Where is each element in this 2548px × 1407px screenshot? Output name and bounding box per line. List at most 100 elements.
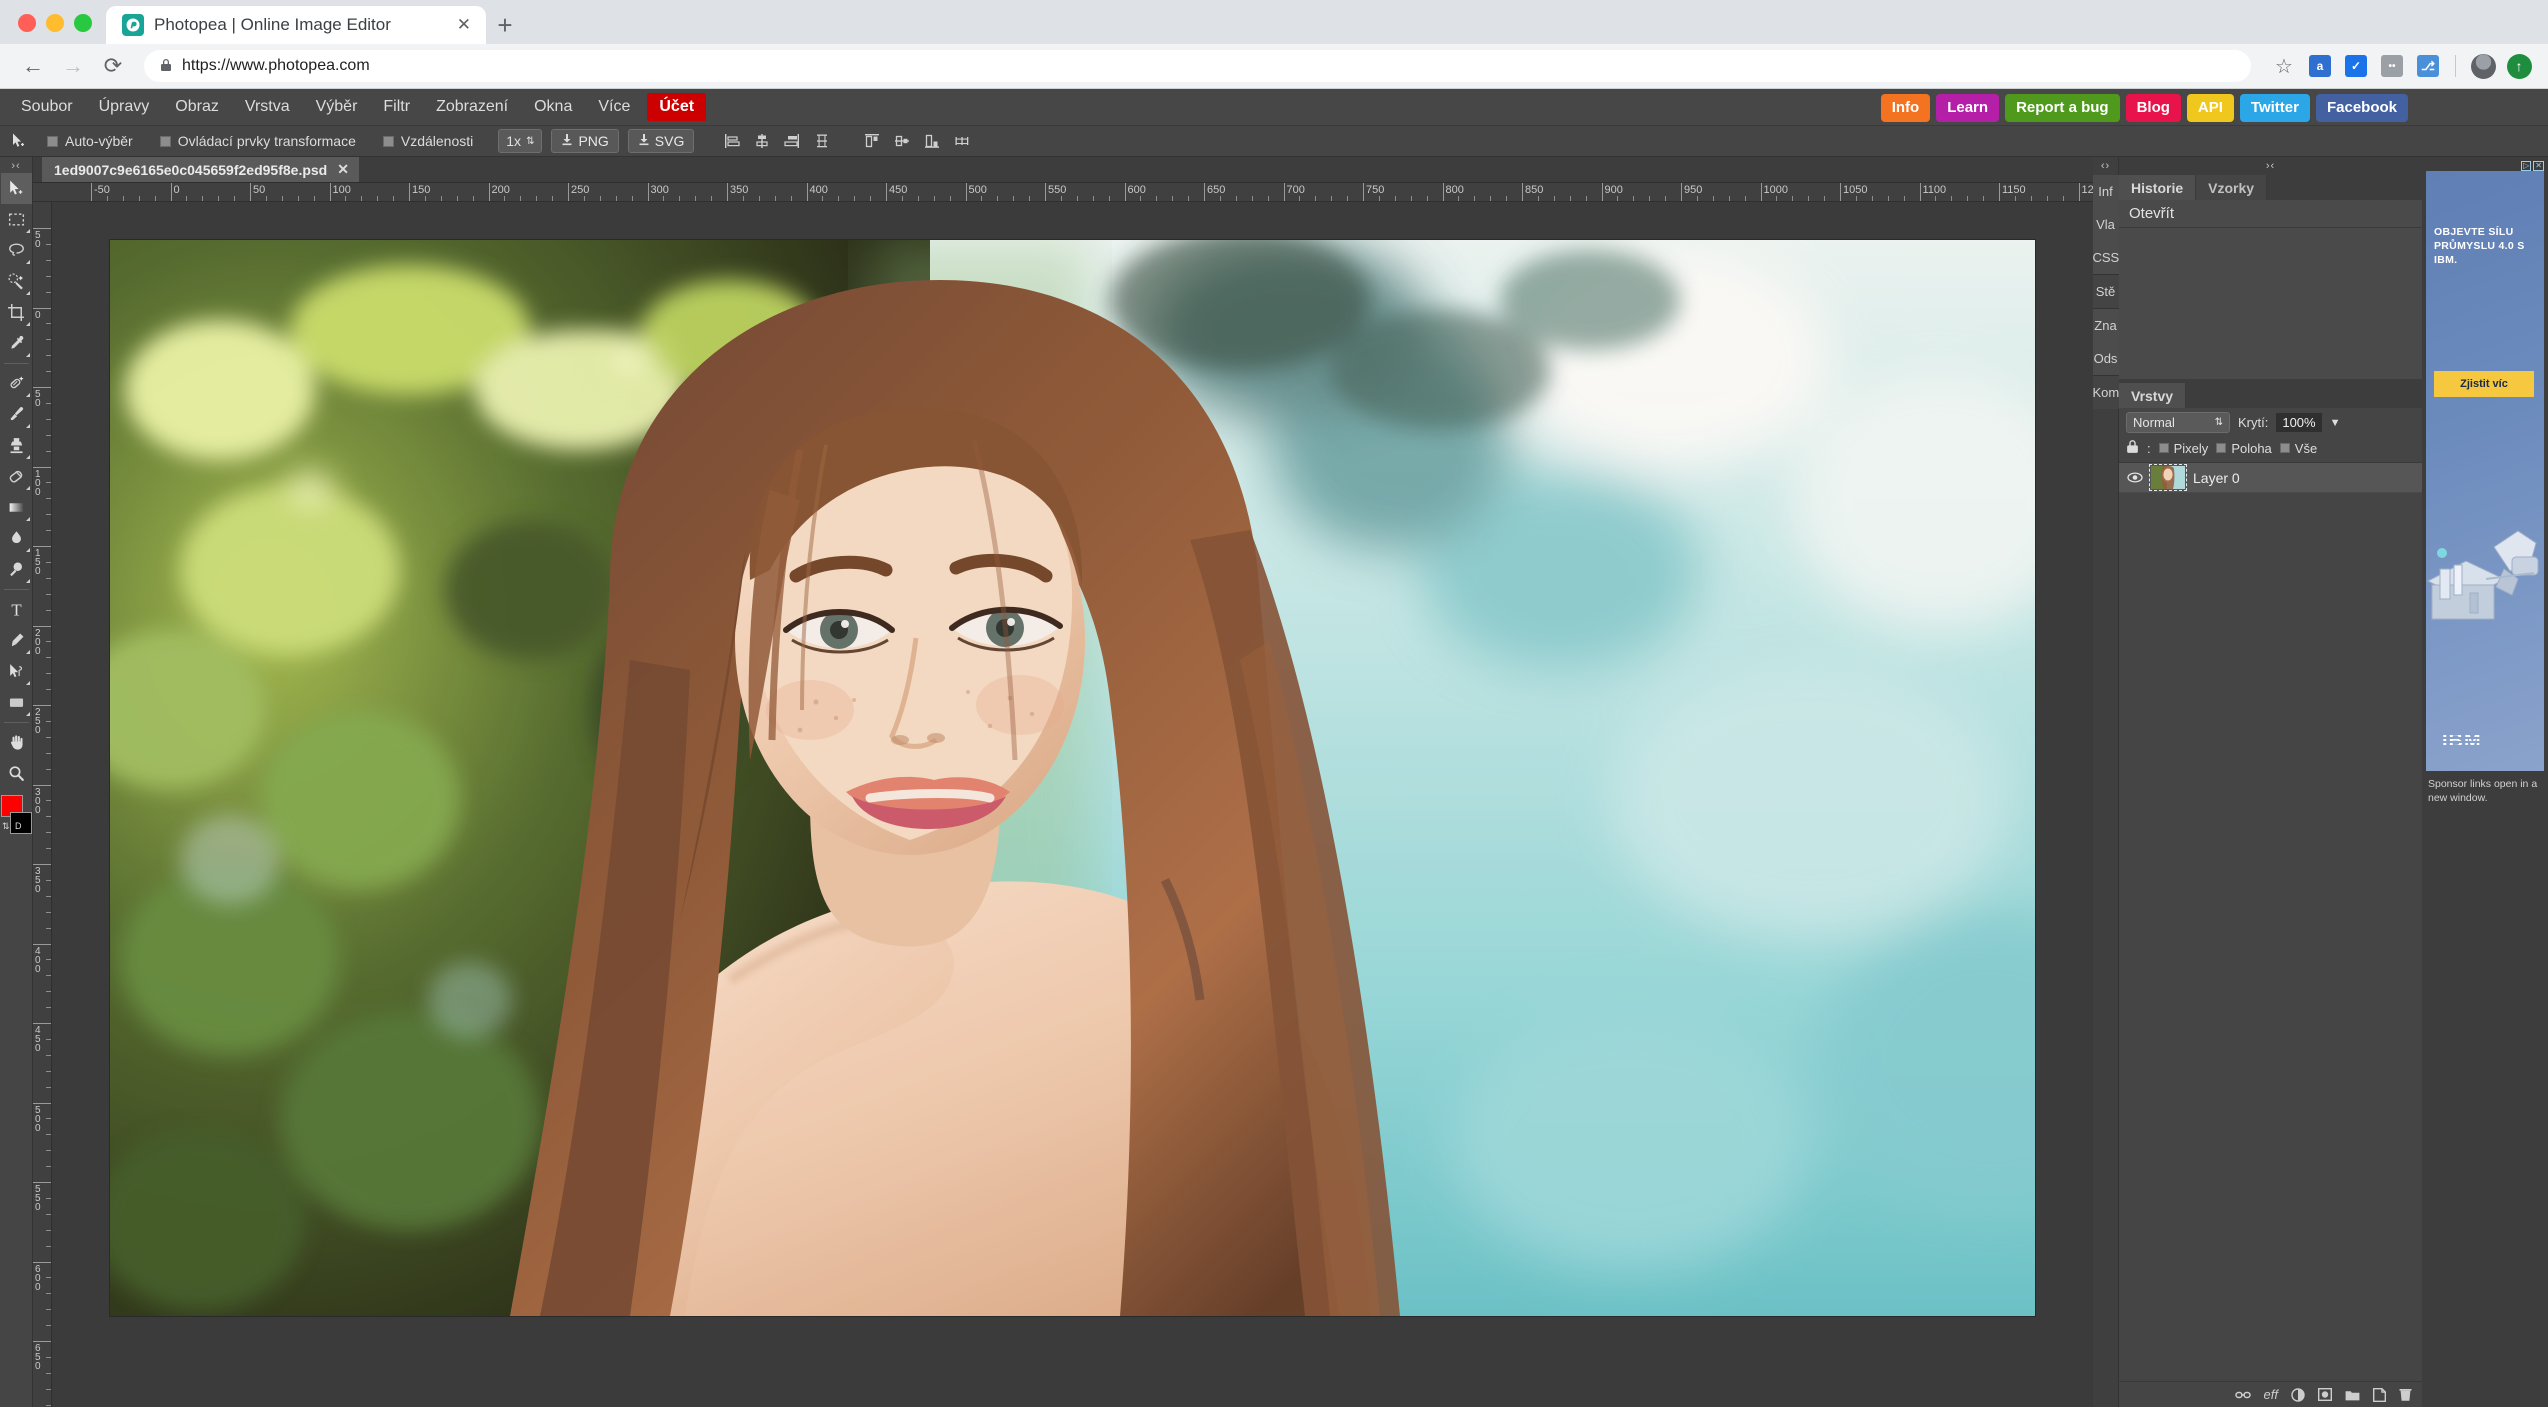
distribute-vertical-icon[interactable] xyxy=(809,129,835,153)
healing-brush-tool[interactable] xyxy=(1,368,32,399)
minimize-window-button[interactable] xyxy=(46,14,64,32)
menu-filtr[interactable]: Filtr xyxy=(370,92,423,122)
learn-button[interactable]: Learn xyxy=(1936,94,2000,122)
menu-soubor[interactable]: Soubor xyxy=(8,92,86,122)
dodge-tool[interactable] xyxy=(1,554,32,585)
menu-vice[interactable]: Více xyxy=(585,92,643,122)
menu-obraz[interactable]: Obraz xyxy=(162,92,232,122)
panel-collapse-icon[interactable]: ›‹ xyxy=(2119,157,2422,175)
adchoices-icon[interactable]: ▷ xyxy=(2521,161,2532,171)
color-swatches[interactable]: ⇅ D xyxy=(1,795,32,837)
menu-okna[interactable]: Okna xyxy=(521,92,585,122)
path-select-tool[interactable] xyxy=(1,656,32,687)
quick-select-tool[interactable] xyxy=(1,266,32,297)
transform-controls-checkbox[interactable]: Ovládací prvky transformace xyxy=(148,133,368,149)
auto-select-checkbox[interactable]: Auto-výběr xyxy=(35,133,145,149)
marquee-tool[interactable] xyxy=(1,204,32,235)
close-document-icon[interactable]: ✕ xyxy=(337,161,349,178)
menu-vyber[interactable]: Výběr xyxy=(303,92,371,122)
vtab-comments[interactable]: Kom xyxy=(2092,376,2119,409)
link-layers-icon[interactable] xyxy=(2234,1389,2251,1401)
close-tab-icon[interactable]: ✕ xyxy=(454,15,474,35)
align-top-icon[interactable] xyxy=(859,129,885,153)
ad-cta-button[interactable]: Zjistit víc xyxy=(2434,371,2534,397)
layer-visibility-icon[interactable] xyxy=(2127,470,2143,486)
ad-creative[interactable]: OBJEVTE SÍLU PRŮMYSLU 4.0 S IBM. Zjistit… xyxy=(2426,171,2544,771)
new-group-icon[interactable] xyxy=(2345,1389,2360,1401)
layer-mask-icon[interactable] xyxy=(2318,1388,2332,1401)
blend-mode-select[interactable]: Normal ⇅ xyxy=(2126,412,2230,433)
history-entry[interactable]: Otevřít xyxy=(2119,200,2422,227)
extension-gray-icon[interactable]: •• xyxy=(2379,53,2405,79)
blog-button[interactable]: Blog xyxy=(2125,94,2181,122)
vertical-ruler[interactable]: 50 0 50 100 150 200 250 300 350 400 450 500 550 600 65… xyxy=(33,202,52,1407)
distances-checkbox[interactable]: Vzdálenosti xyxy=(371,133,485,149)
info-button[interactable]: Info xyxy=(1880,94,1931,122)
toolbox-collapse-icon[interactable]: ›‹ xyxy=(11,159,20,173)
delete-layer-icon[interactable] xyxy=(2399,1388,2412,1402)
eraser-tool[interactable] xyxy=(1,461,32,492)
align-left-icon[interactable] xyxy=(719,129,745,153)
crop-tool[interactable] xyxy=(1,297,32,328)
bookmark-star-icon[interactable]: ☆ xyxy=(2271,53,2297,79)
gradient-tool[interactable] xyxy=(1,492,32,523)
vtab-css[interactable]: CSS xyxy=(2092,241,2119,274)
lasso-tool[interactable] xyxy=(1,235,32,266)
close-window-button[interactable] xyxy=(18,14,36,32)
menu-vrstva[interactable]: Vrstva xyxy=(232,92,303,122)
align-right-icon[interactable] xyxy=(779,129,805,153)
tab-historie[interactable]: Historie xyxy=(2119,175,2197,200)
new-layer-icon[interactable] xyxy=(2373,1387,2386,1402)
type-tool[interactable]: T xyxy=(1,594,32,625)
vtab-paragraph[interactable]: Ods xyxy=(2092,342,2119,375)
maximize-window-button[interactable] xyxy=(74,14,92,32)
lock-position-checkbox[interactable]: Poloha xyxy=(2216,441,2272,456)
swap-colors-icon[interactable]: ⇅ xyxy=(2,821,10,832)
align-bottom-icon[interactable] xyxy=(919,129,945,153)
zoom-tool[interactable] xyxy=(1,758,32,789)
address-bar[interactable]: https://www.photopea.com xyxy=(144,50,2251,82)
default-colors-icon[interactable]: D xyxy=(15,821,22,831)
shape-tool[interactable] xyxy=(1,687,32,718)
menu-zobrazeni[interactable]: Zobrazení xyxy=(423,92,521,122)
vertical-tabs-collapse-icon[interactable]: ‹› xyxy=(2101,157,2110,175)
document-tab[interactable]: 1ed9007c9e6165e0c045659f2ed95f8e.psd ✕ xyxy=(42,157,359,182)
eyedropper-tool[interactable] xyxy=(1,328,32,359)
api-button[interactable]: API xyxy=(2186,94,2234,122)
tab-vzorky[interactable]: Vzorky xyxy=(2196,175,2268,200)
lock-pixels-checkbox[interactable]: Pixely xyxy=(2158,441,2208,456)
extension-blue-icon[interactable]: ⎇ xyxy=(2415,53,2441,79)
extension-amazon-icon[interactable]: a xyxy=(2307,53,2333,79)
pen-tool[interactable] xyxy=(1,625,32,656)
reload-button[interactable]: ⟳ xyxy=(96,49,130,83)
twitter-button[interactable]: Twitter xyxy=(2239,94,2310,122)
adjustment-layer-icon[interactable] xyxy=(2291,1387,2305,1402)
layer-row[interactable]: Layer 0 xyxy=(2119,463,2422,493)
canvas-area[interactable] xyxy=(52,202,2093,1407)
back-button[interactable]: ← xyxy=(16,49,50,83)
extension-check-icon[interactable]: ✓ xyxy=(2343,53,2369,79)
align-center-horizontal-icon[interactable] xyxy=(749,129,775,153)
clone-stamp-tool[interactable] xyxy=(1,430,32,461)
export-png-button[interactable]: PNG xyxy=(551,129,619,153)
vtab-info[interactable]: Inf xyxy=(2092,175,2119,208)
document-canvas[interactable] xyxy=(110,240,2035,1316)
browser-update-button[interactable]: ↑ xyxy=(2506,53,2532,79)
export-svg-button[interactable]: SVG xyxy=(627,129,695,153)
vtab-character[interactable]: Zna xyxy=(2092,309,2119,342)
new-tab-button[interactable]: + xyxy=(486,6,524,44)
align-middle-icon[interactable] xyxy=(889,129,915,153)
report-bug-button[interactable]: Report a bug xyxy=(2005,94,2120,122)
blur-tool[interactable] xyxy=(1,523,32,554)
vtab-properties[interactable]: Vla xyxy=(2092,208,2119,241)
brush-tool[interactable] xyxy=(1,399,32,430)
menu-ucet[interactable]: Účet xyxy=(647,93,707,121)
scale-select[interactable]: 1x ⇅ xyxy=(498,129,543,153)
layer-effects-icon[interactable]: eff xyxy=(2264,1387,2278,1402)
ad-close-icon[interactable]: ✕ xyxy=(2533,161,2544,171)
hand-tool[interactable] xyxy=(1,727,32,758)
profile-avatar[interactable] xyxy=(2470,53,2496,79)
facebook-button[interactable]: Facebook xyxy=(2315,94,2408,122)
browser-tab[interactable]: Photopea | Online Image Editor ✕ xyxy=(106,6,486,44)
horizontal-ruler[interactable]: -50 0 50 100 150 200 250 300 350 400 450 500 550 600 6… xyxy=(33,183,2093,202)
